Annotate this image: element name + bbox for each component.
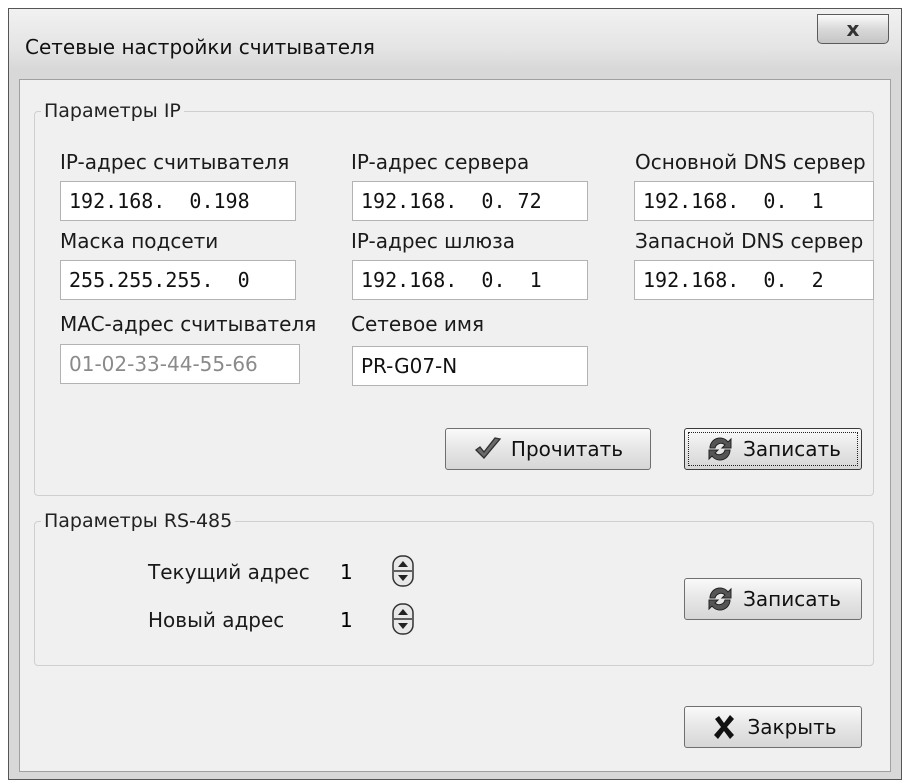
new-address-input[interactable] <box>334 601 389 639</box>
gateway-ip-field[interactable] <box>352 260 588 300</box>
reader-ip-label: IP-адрес считывателя <box>60 150 290 174</box>
network-name-label: Сетевое имя <box>351 312 485 336</box>
current-address-spinner[interactable] <box>334 553 426 591</box>
subnet-mask-field[interactable] <box>60 260 296 300</box>
window-title: Сетевые настройки считывателя <box>25 35 375 59</box>
refresh-icon <box>708 587 732 611</box>
server-ip-field[interactable] <box>352 181 588 221</box>
dialog-client-area: Параметры IP IP-адрес считывателя IP-адр… <box>19 79 891 772</box>
mac-address-field <box>60 344 300 384</box>
primary-dns-label: Основной DNS сервер <box>635 150 866 174</box>
window-close-button[interactable]: x <box>817 14 889 44</box>
read-button[interactable]: Прочитать <box>445 428 651 470</box>
primary-dns-field[interactable] <box>634 181 874 221</box>
network-name-field[interactable] <box>352 346 588 386</box>
rs485-settings-legend: Параметры RS-485 <box>44 510 233 532</box>
gateway-ip-label: IP-адрес шлюза <box>351 229 515 253</box>
spinner-updown-icon[interactable] <box>392 603 414 635</box>
secondary-dns-field[interactable] <box>634 260 874 300</box>
write-rs485-button[interactable]: Записать <box>684 578 862 620</box>
subnet-mask-label: Маска подсети <box>60 229 219 253</box>
write-rs485-button-label: Записать <box>743 587 841 611</box>
secondary-dns-label: Запасной DNS сервер <box>635 229 864 253</box>
close-dialog-button[interactable]: Закрыть <box>684 706 862 748</box>
current-address-label: Текущий адрес <box>148 560 310 584</box>
title-bar: Сетевые настройки считывателя x <box>9 9 901 79</box>
dialog-window: Сетевые настройки считывателя x Параметр… <box>8 8 902 780</box>
write-ip-button[interactable]: Записать <box>684 428 862 470</box>
mac-address-label: MAC-адрес считывателя <box>60 312 317 336</box>
current-address-input[interactable] <box>334 553 389 591</box>
new-address-spinner[interactable] <box>334 601 426 639</box>
server-ip-label: IP-адрес сервера <box>351 150 530 174</box>
checkmark-icon <box>474 437 502 459</box>
ip-settings-legend: Параметры IP <box>44 100 181 122</box>
reader-ip-field[interactable] <box>60 181 296 221</box>
close-x-icon <box>714 715 735 739</box>
read-button-label: Прочитать <box>510 437 624 461</box>
refresh-icon <box>708 437 732 461</box>
new-address-label: Новый адрес <box>148 608 285 632</box>
spinner-updown-icon[interactable] <box>392 555 414 587</box>
close-dialog-button-label: Закрыть <box>747 715 837 739</box>
close-icon: x <box>846 17 860 41</box>
write-ip-button-label: Записать <box>743 437 841 461</box>
